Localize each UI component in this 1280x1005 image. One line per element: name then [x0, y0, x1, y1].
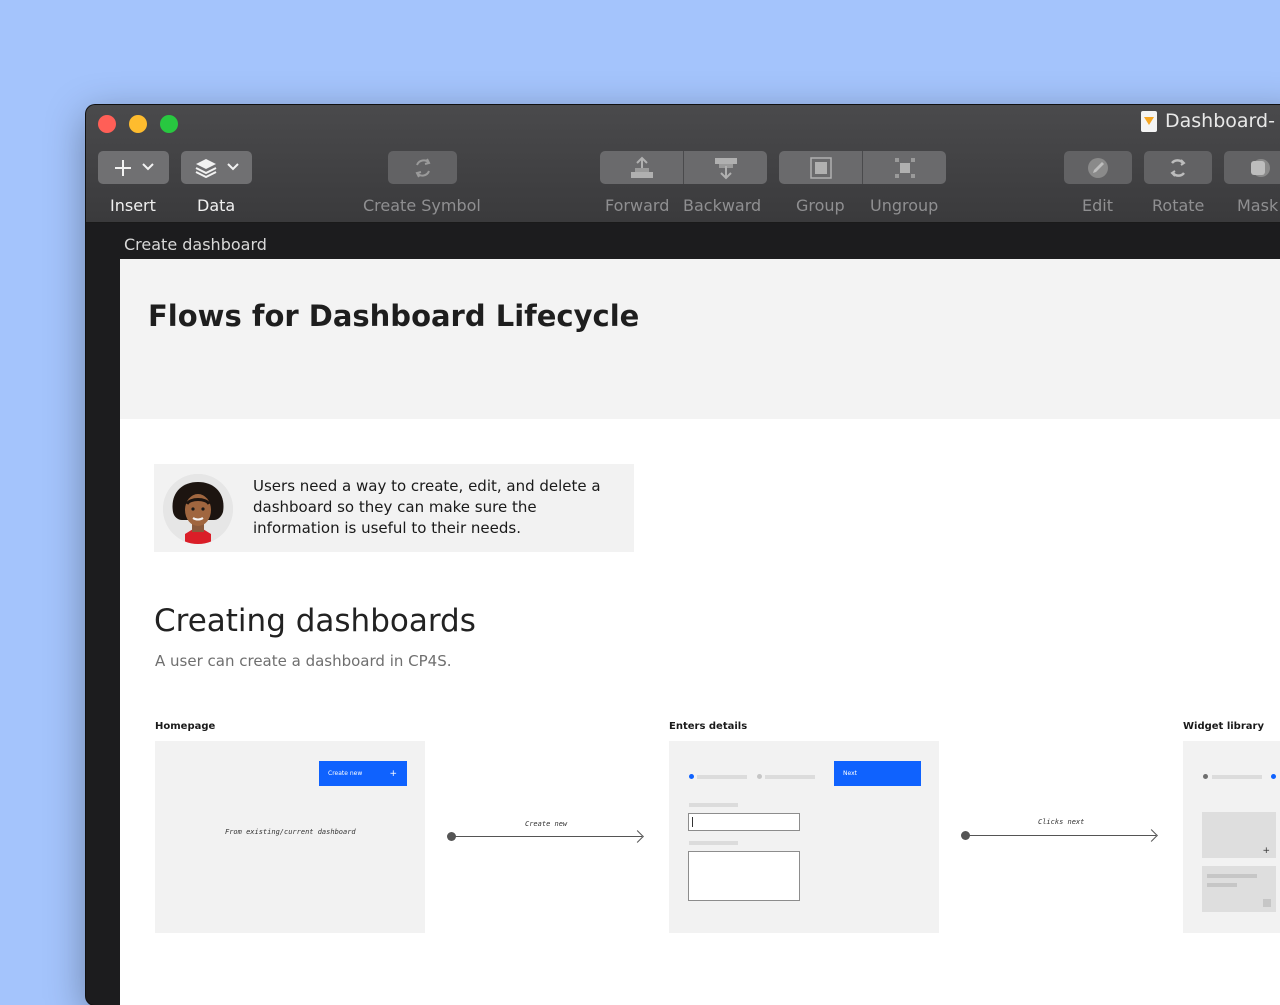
symbol-refresh-icon	[415, 158, 430, 177]
create-symbol-label: Create Symbol	[363, 196, 481, 215]
add-widget-icon: +	[1262, 846, 1270, 856]
grouping-segment	[779, 151, 946, 184]
group-label: Group	[796, 196, 845, 215]
step-indicator	[757, 774, 762, 779]
step-indicator-active	[689, 774, 694, 779]
field-label-placeholder	[689, 803, 738, 807]
arrow-head-icon	[1145, 829, 1158, 842]
sketch-file-icon	[1141, 110, 1157, 132]
document-title: Dashboard-	[1141, 110, 1275, 132]
widget-tile[interactable]: +	[1202, 812, 1276, 858]
homepage-label: Homepage	[155, 721, 216, 732]
artboard-canvas[interactable]: Flows for Dashboard Lifecycle Users need…	[120, 259, 1280, 1005]
step-label-placeholder	[697, 775, 747, 779]
homepage-frame[interactable]: Create new + From existing/current dashb…	[155, 741, 425, 933]
layers-icon	[195, 158, 216, 178]
data-label: Data	[197, 196, 236, 215]
step-indicator	[1203, 774, 1208, 779]
edit-button[interactable]	[1064, 151, 1132, 184]
close-window-button[interactable]	[98, 115, 116, 133]
forward-button[interactable]	[600, 151, 683, 184]
insert-button[interactable]	[98, 151, 169, 184]
ungroup-icon	[894, 157, 915, 178]
field-label-placeholder	[689, 841, 738, 845]
text-cursor	[692, 817, 693, 827]
chevron-down-icon	[141, 161, 154, 174]
page-title: Flows for Dashboard Lifecycle	[148, 299, 640, 333]
next-button[interactable]: Next	[834, 761, 921, 786]
arrange-segment	[600, 151, 767, 184]
mask-button[interactable]	[1224, 151, 1280, 184]
artboard-label[interactable]: Create dashboard	[124, 235, 267, 254]
name-input[interactable]	[688, 813, 800, 831]
next-button-label: Next	[843, 770, 857, 777]
create-symbol-button[interactable]	[388, 151, 457, 184]
widget-subtitle-placeholder	[1207, 883, 1237, 887]
section-subtitle: A user can create a dashboard in CP4S.	[155, 652, 452, 670]
step-label-placeholder	[765, 775, 815, 779]
ungroup-button[interactable]	[862, 151, 946, 184]
section-title: Creating dashboards	[154, 603, 476, 639]
edit-label: Edit	[1082, 196, 1113, 215]
title-bar: Dashboard- Insert Data Create Symbol For…	[86, 105, 1280, 223]
widget-thumb	[1263, 899, 1271, 907]
forward-label: Forward	[605, 196, 670, 215]
minimize-window-button[interactable]	[129, 115, 147, 133]
persona-card: Users need a way to create, edit, and de…	[154, 464, 634, 552]
flow-arrow-line	[451, 836, 642, 837]
step-indicator-active	[1271, 774, 1276, 779]
flow-arrow-line	[965, 835, 1156, 836]
create-new-button-label: Create new	[328, 770, 363, 777]
edit-icon	[1088, 157, 1108, 178]
group-icon	[809, 156, 832, 179]
widget-library-label: Widget library	[1183, 721, 1264, 732]
mask-icon	[1251, 158, 1270, 177]
group-button[interactable]	[779, 151, 862, 184]
plus-icon	[114, 159, 131, 176]
backward-label: Backward	[683, 196, 762, 215]
persona-statement: Users need a way to create, edit, and de…	[253, 477, 601, 537]
ungroup-label: Ungroup	[870, 196, 939, 215]
persona-avatar	[163, 474, 233, 544]
description-textarea[interactable]	[688, 851, 800, 901]
arrow-head-icon	[631, 830, 644, 843]
plus-icon: +	[389, 768, 397, 779]
chevron-down-icon	[226, 161, 239, 174]
rotate-button[interactable]	[1144, 151, 1212, 184]
enters-details-label: Enters details	[669, 721, 748, 732]
insert-label: Insert	[110, 196, 156, 215]
data-button[interactable]	[181, 151, 252, 184]
arrow-create-new-label: Create new	[525, 820, 568, 828]
arrow-clicks-next-label: Clicks next	[1038, 818, 1085, 826]
mask-label: Mask	[1237, 196, 1279, 215]
zoom-window-button[interactable]	[160, 115, 178, 133]
bring-forward-icon	[630, 156, 653, 178]
widget-title-placeholder	[1207, 874, 1257, 878]
create-new-button[interactable]: Create new +	[319, 761, 407, 786]
widget-tile[interactable]	[1202, 866, 1276, 912]
send-backward-icon	[714, 157, 737, 179]
document-title-text: Dashboard-	[1165, 110, 1275, 132]
homepage-note: From existing/current dashboard	[225, 828, 356, 836]
step-label-placeholder	[1212, 775, 1262, 779]
backward-button[interactable]	[683, 151, 767, 184]
page-header: Flows for Dashboard Lifecycle	[120, 259, 1280, 419]
enters-details-frame[interactable]: Next	[669, 741, 939, 933]
app-window: Dashboard- Insert Data Create Symbol For…	[86, 105, 1280, 1005]
widget-library-frame[interactable]: +	[1183, 741, 1280, 933]
rotate-label: Rotate	[1152, 196, 1205, 215]
rotate-icon	[1170, 158, 1186, 177]
